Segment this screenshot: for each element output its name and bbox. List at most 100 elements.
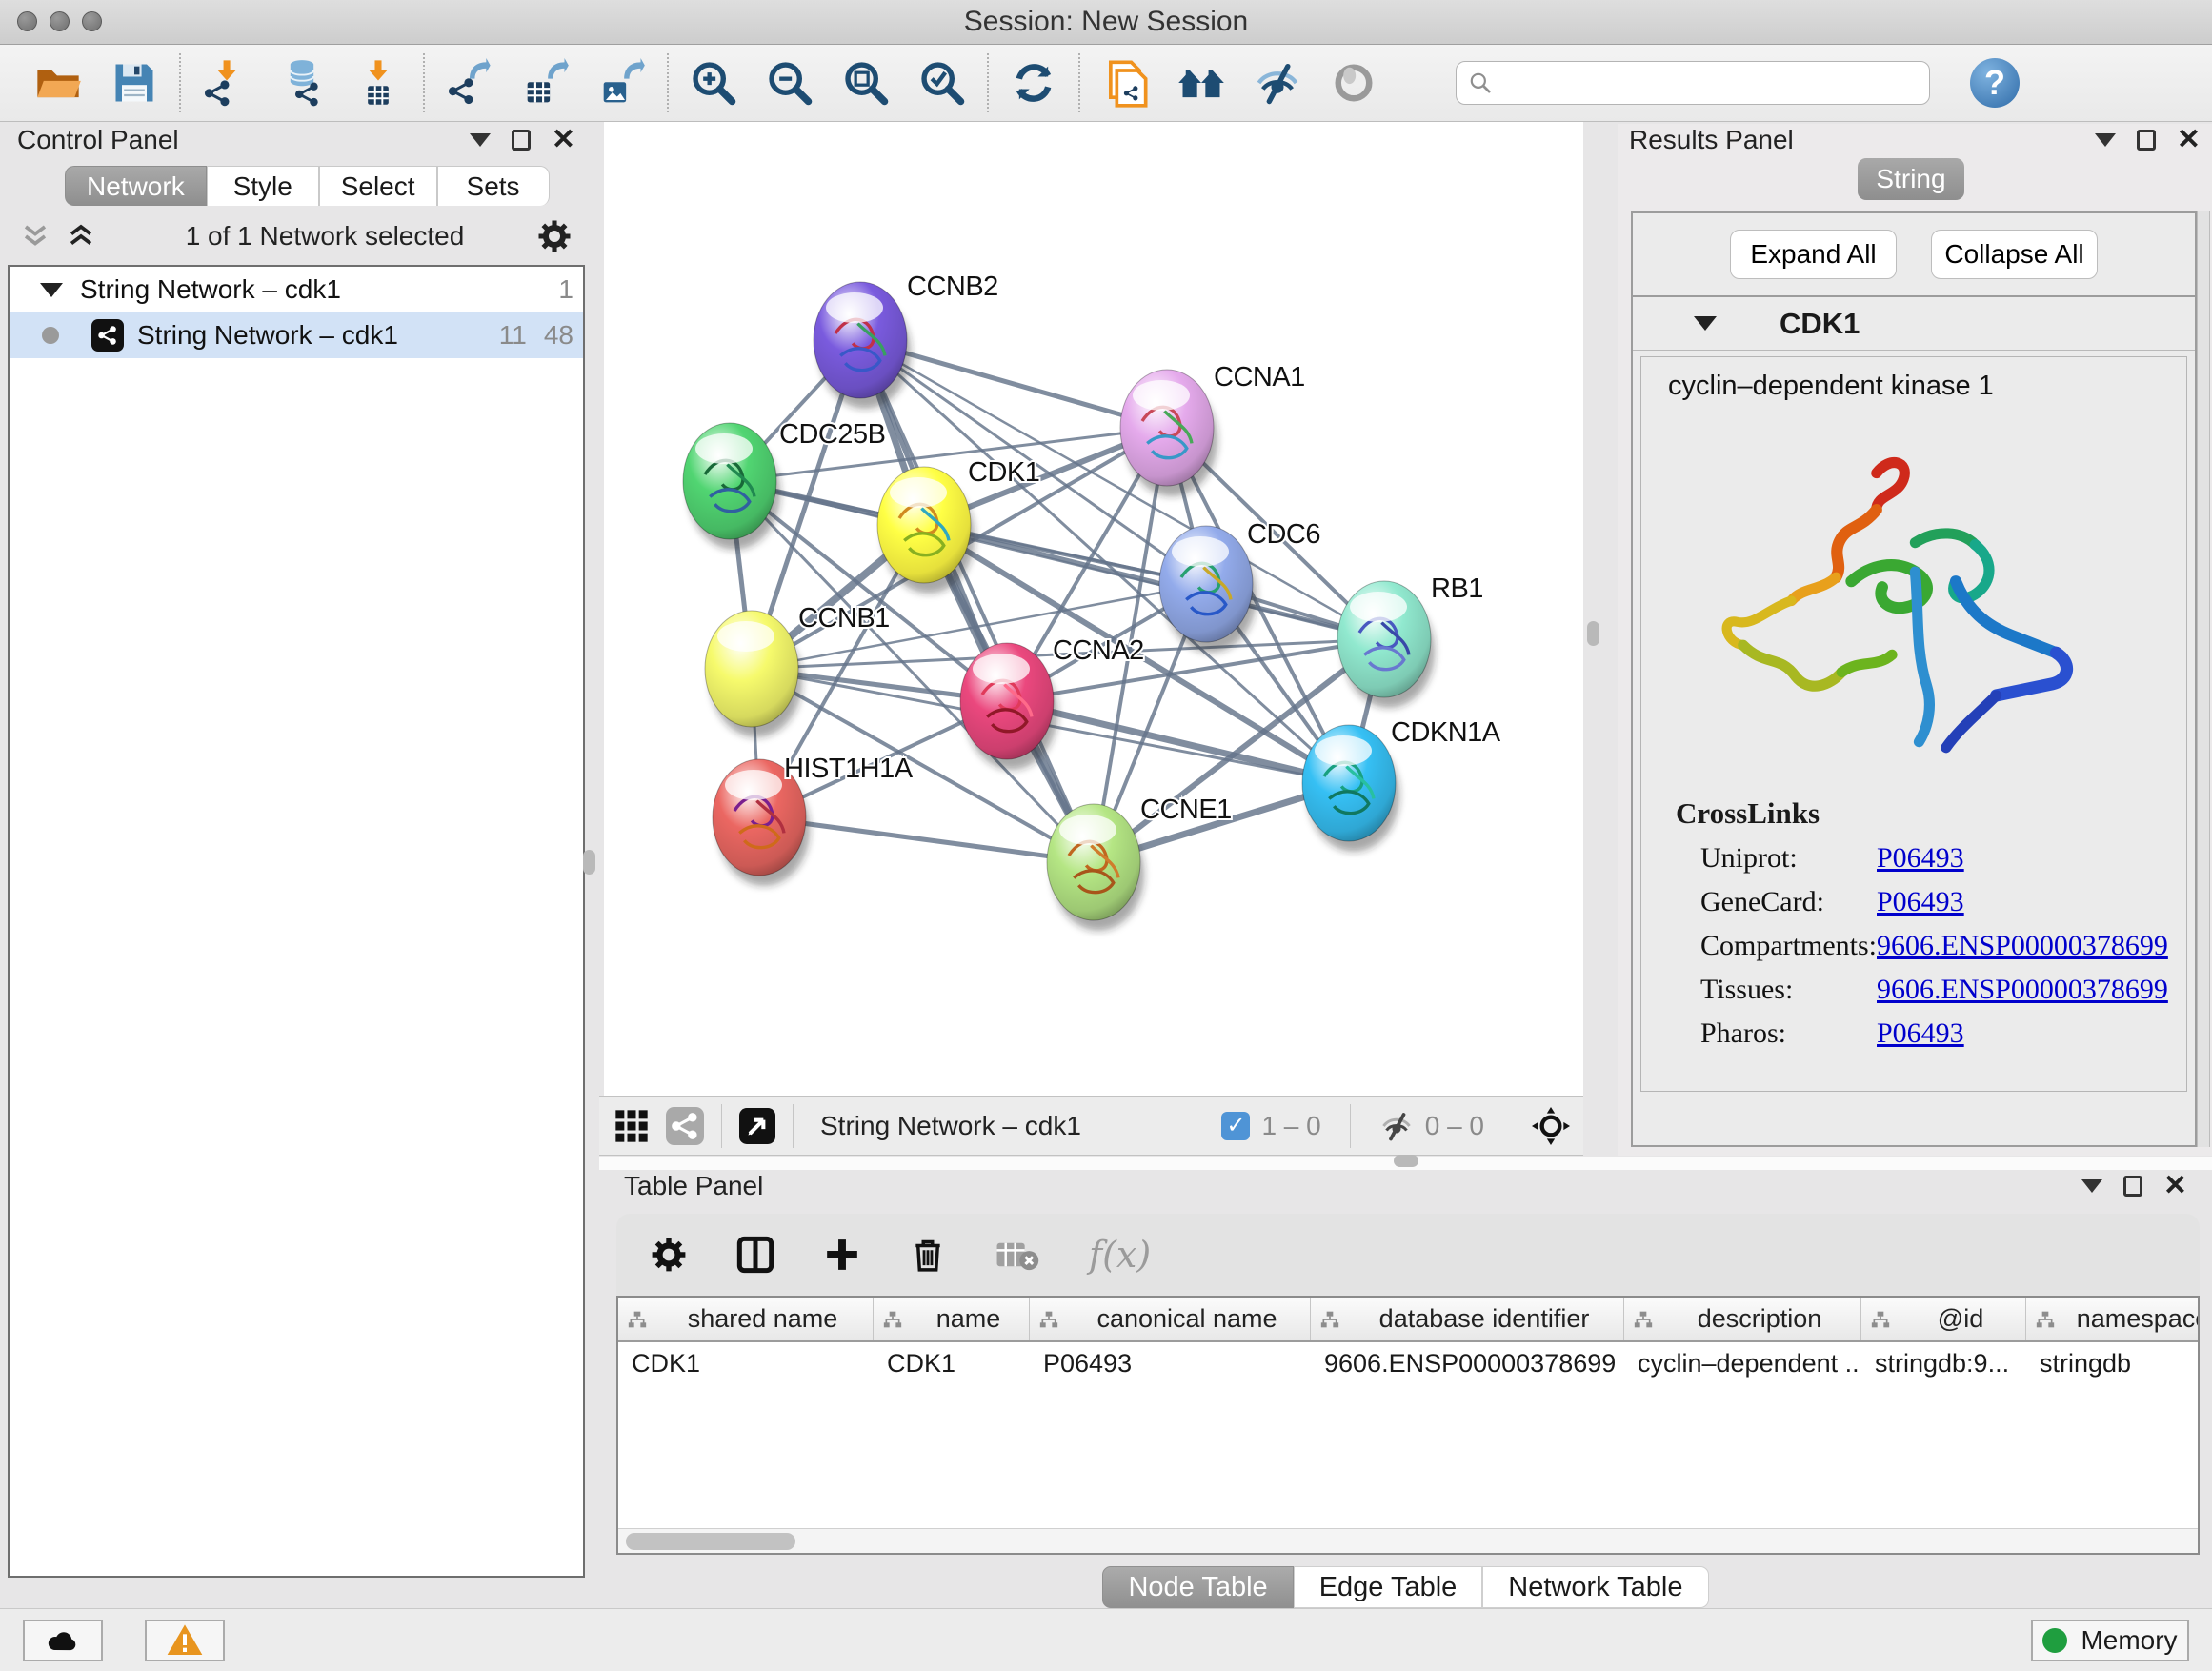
network-options-gear-icon[interactable] [537, 219, 572, 253]
birds-eye-view-icon[interactable] [739, 1108, 775, 1144]
zoom-in-button[interactable] [688, 57, 739, 109]
expand-all-networks-icon[interactable] [67, 222, 95, 251]
minimize-window-button[interactable] [50, 11, 70, 31]
table-cell[interactable]: cyclin–dependent ... [1624, 1342, 1861, 1384]
results-panel-close-icon[interactable]: ✕ [2177, 130, 2201, 151]
table-cell[interactable]: stringdb [2026, 1342, 2200, 1384]
zoom-fit-button[interactable] [840, 57, 892, 109]
network-row[interactable]: String Network – cdk1 11 48 [10, 312, 583, 358]
expand-all-button[interactable]: Expand All [1730, 230, 1897, 279]
results-panel-scrollbar[interactable] [2197, 211, 2210, 1147]
crosslink-value-link[interactable]: P06493 [1877, 842, 1964, 875]
column-header-sharedname[interactable]: shared name [618, 1298, 874, 1340]
left-splitter-handle[interactable] [583, 850, 595, 875]
show-columns-icon[interactable] [736, 1236, 774, 1274]
copy-style-button[interactable] [1099, 57, 1151, 109]
column-header-databaseidentifier[interactable]: database identifier [1311, 1298, 1624, 1340]
crosslink-value-link[interactable]: 9606.ENSP00000378699 [1877, 930, 2168, 962]
apply-style-refresh-button[interactable] [1008, 57, 1059, 109]
node-CCNA2[interactable] [960, 643, 1057, 770]
tab-sets[interactable]: Sets [437, 166, 550, 206]
crosslink-value-link[interactable]: P06493 [1877, 1017, 1964, 1050]
column-header-description[interactable]: description [1624, 1298, 1861, 1340]
create-column-plus-icon[interactable] [824, 1237, 860, 1273]
column-header-id[interactable]: @id [1861, 1298, 2026, 1340]
hide-selected-button[interactable] [1252, 57, 1303, 109]
table-panel-float-icon[interactable] [2123, 1176, 2142, 1197]
export-table-button[interactable] [520, 57, 572, 109]
zoom-selected-button[interactable] [916, 57, 968, 109]
tab-network-table[interactable]: Network Table [1482, 1566, 1708, 1608]
results-panel: Results Panel ✕ String Expand All Collap… [1618, 124, 2212, 1156]
zoom-out-button[interactable] [764, 57, 815, 109]
node-RB1[interactable] [1337, 581, 1435, 708]
import-network-database-button[interactable] [276, 57, 328, 109]
control-panel-float-icon[interactable] [512, 130, 531, 151]
first-neighbors-button[interactable] [1176, 57, 1227, 109]
selected-checkbox-icon[interactable]: ✓ [1221, 1112, 1250, 1140]
import-network-button[interactable] [200, 57, 251, 109]
node-CCNB1[interactable] [705, 611, 802, 737]
network-collection-row[interactable]: String Network – cdk1 1 [10, 267, 583, 312]
grid-view-icon[interactable] [613, 1107, 651, 1145]
gene-entry-collapse-icon[interactable] [1694, 316, 1717, 331]
node-CCNA1[interactable] [1120, 370, 1217, 496]
network-view-canvas[interactable]: CCNB2CCNA1CDC25BCDK1CDC6RB1CCNB1CCNA2CDK… [604, 122, 1583, 1096]
network-share-icon[interactable] [666, 1107, 704, 1145]
shared-column-icon [626, 1310, 649, 1329]
tab-network[interactable]: Network [65, 166, 207, 206]
table-panel-close-icon[interactable]: ✕ [2163, 1176, 2187, 1197]
node-CDKN1A[interactable] [1302, 725, 1399, 852]
collection-expand-icon[interactable] [40, 283, 63, 297]
tab-string[interactable]: String [1858, 158, 1964, 200]
save-session-button[interactable] [109, 57, 160, 109]
node-CDC6[interactable] [1159, 526, 1257, 653]
warnings-button[interactable] [145, 1620, 225, 1661]
import-table-button[interactable] [352, 57, 404, 109]
table-settings-gear-icon[interactable] [651, 1237, 687, 1273]
zoom-window-button[interactable] [82, 11, 102, 31]
tab-edge-table[interactable]: Edge Table [1294, 1566, 1483, 1608]
collapse-all-networks-icon[interactable] [21, 222, 50, 251]
gene-entry-header[interactable]: CDK1 [1633, 297, 2195, 351]
export-image-button[interactable] [596, 57, 648, 109]
tab-style[interactable]: Style [207, 166, 319, 206]
help-button[interactable]: ? [1970, 58, 2020, 108]
node-CDK1[interactable] [877, 467, 975, 594]
close-window-button[interactable] [17, 11, 37, 31]
table-cell[interactable]: stringdb:9... [1861, 1342, 2026, 1384]
table-cell[interactable]: P06493 [1030, 1342, 1311, 1384]
pan-crosshair-icon[interactable] [1532, 1107, 1570, 1145]
memory-button[interactable]: Memory [2031, 1620, 2189, 1661]
node-CCNB2[interactable] [814, 282, 911, 409]
table-row[interactable]: CDK1CDK1P064939606.ENSP00000378699cyclin… [618, 1342, 2198, 1384]
crosslink-value-link[interactable]: P06493 [1877, 886, 1964, 918]
results-panel-menu-icon[interactable] [2095, 133, 2116, 147]
delete-column-trash-icon[interactable] [910, 1237, 946, 1273]
toolbar-search-box[interactable] [1456, 61, 1930, 105]
right-splitter-handle[interactable] [1587, 621, 1599, 646]
column-header-name[interactable]: name [874, 1298, 1030, 1340]
crosslink-value-link[interactable]: 9606.ENSP00000378699 [1877, 974, 2168, 1006]
node-CCNE1[interactable] [1047, 804, 1144, 931]
control-panel-menu-icon[interactable] [470, 133, 491, 147]
export-network-button[interactable] [444, 57, 495, 109]
cloud-status-button[interactable] [23, 1620, 103, 1661]
collapse-all-button[interactable]: Collapse All [1931, 230, 2098, 279]
crosslink-label: GeneCard: [1700, 886, 1877, 918]
open-session-button[interactable] [32, 57, 84, 109]
table-cell[interactable]: CDK1 [874, 1342, 1030, 1384]
table-panel-menu-icon[interactable] [2081, 1179, 2102, 1193]
column-header-canonicalname[interactable]: canonical name [1030, 1298, 1311, 1340]
column-header-namespace[interactable]: namespace [2026, 1298, 2200, 1340]
horizontal-splitter-handle[interactable] [1394, 1155, 1418, 1167]
table-cell[interactable]: 9606.ENSP00000378699 [1311, 1342, 1624, 1384]
table-cell[interactable]: CDK1 [618, 1342, 874, 1384]
results-panel-float-icon[interactable] [2137, 130, 2156, 151]
search-input[interactable] [1500, 69, 1900, 98]
tab-select[interactable]: Select [319, 166, 437, 206]
show-all-button[interactable] [1328, 57, 1379, 109]
control-panel-close-icon[interactable]: ✕ [552, 130, 575, 151]
table-horizontal-scrollbar[interactable] [618, 1528, 2198, 1553]
tab-node-table[interactable]: Node Table [1102, 1566, 1293, 1608]
